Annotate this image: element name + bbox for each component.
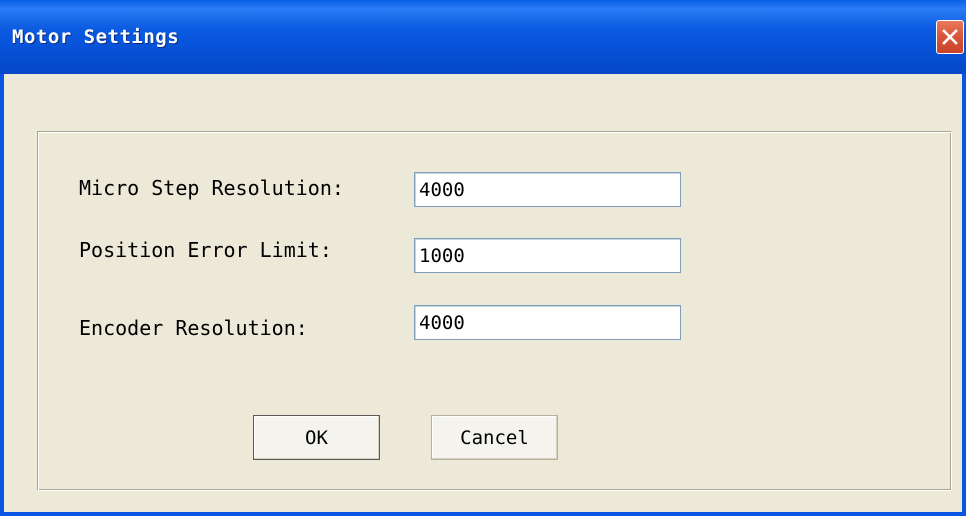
cancel-button[interactable]: Cancel — [431, 415, 558, 460]
micro-step-resolution-input[interactable]: 4000 — [414, 172, 681, 207]
title-bar[interactable]: Motor Settings — [0, 0, 966, 74]
close-icon — [942, 29, 958, 45]
ok-button[interactable]: OK — [253, 415, 380, 460]
position-error-limit-input[interactable]: 1000 — [414, 238, 681, 273]
encoder-resolution-label: Encoder Resolution: — [79, 316, 308, 340]
window-title: Motor Settings — [12, 26, 180, 48]
encoder-resolution-input[interactable]: 4000 — [414, 305, 681, 340]
position-error-limit-label: Position Error Limit: — [79, 238, 332, 262]
micro-step-resolution-label: Micro Step Resolution: — [79, 176, 344, 200]
close-button[interactable] — [936, 20, 964, 54]
motor-settings-dialog: Motor Settings Micro Step Resolution: 40… — [0, 0, 966, 516]
